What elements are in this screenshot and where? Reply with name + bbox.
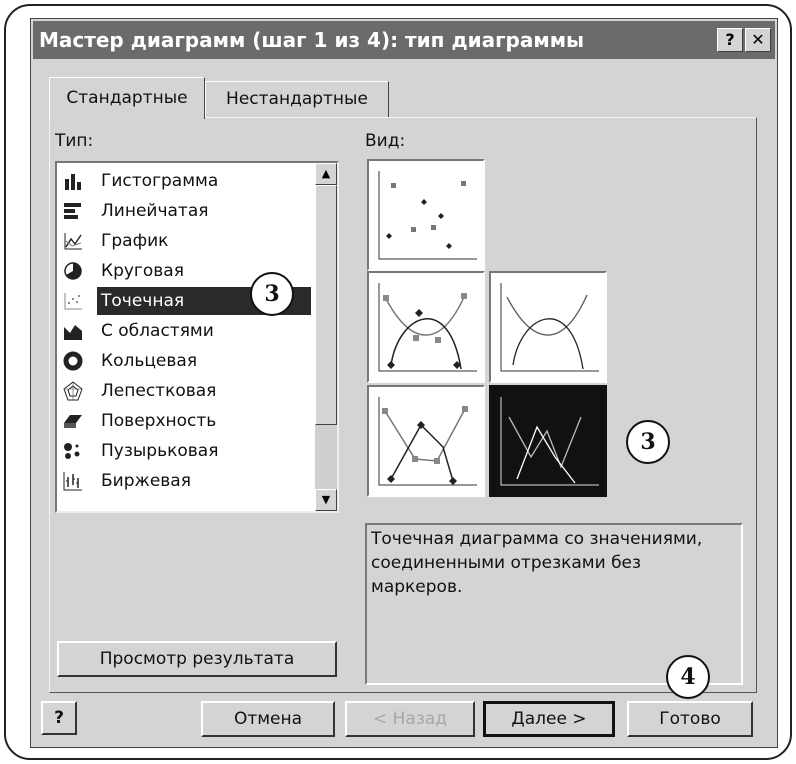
scatter-chart-icon xyxy=(64,293,82,310)
bubble-chart-icon xyxy=(64,443,80,459)
surface-chart-icon xyxy=(64,415,82,428)
bar-chart-icon xyxy=(64,203,81,219)
list-item[interactable]: Кольцевая xyxy=(61,347,313,375)
step-callout: 3 xyxy=(626,420,670,464)
stock-chart-icon xyxy=(63,472,82,491)
doughnut-chart-icon xyxy=(63,351,83,371)
scroll-down-button[interactable]: ▼ xyxy=(315,489,337,511)
tab-custom[interactable]: Нестандартные xyxy=(205,81,389,117)
list-item[interactable]: Гистограмма xyxy=(61,167,313,195)
subtype-label: Вид: xyxy=(365,131,406,151)
close-icon[interactable]: ✕ xyxy=(745,28,771,52)
list-item[interactable]: Лепестковая xyxy=(61,377,313,405)
scroll-thumb[interactable] xyxy=(315,185,337,425)
list-scrollbar[interactable]: ▲ ▼ xyxy=(315,163,337,511)
list-item[interactable]: Поверхность xyxy=(61,407,313,435)
dialog-titlebar: Мастер диаграмм (шаг 1 из 4): тип диагра… xyxy=(33,21,775,59)
back-button[interactable]: < Назад xyxy=(345,701,475,737)
scatter-smooth-markers-preview xyxy=(378,283,477,372)
radar-chart-icon xyxy=(63,381,83,401)
scroll-up-button[interactable]: ▲ xyxy=(315,163,337,185)
scatter-lines-markers-preview xyxy=(378,397,477,486)
area-chart-icon xyxy=(64,325,82,340)
subtype-scatter-markers[interactable] xyxy=(367,159,485,271)
scatter-markers-preview xyxy=(378,171,477,260)
list-item[interactable]: С областями xyxy=(61,317,313,345)
next-button[interactable]: Далее > xyxy=(483,701,615,737)
tab-standard[interactable]: Стандартные xyxy=(49,77,205,119)
subtype-scatter-lines-markers[interactable] xyxy=(367,385,485,497)
help-button[interactable]: ? xyxy=(41,701,77,735)
help-icon[interactable]: ? xyxy=(717,28,743,52)
list-item[interactable]: Биржевая xyxy=(61,467,313,495)
finish-button[interactable]: Готово xyxy=(627,701,753,737)
pie-chart-icon xyxy=(64,262,82,280)
scatter-smooth-preview xyxy=(500,283,599,372)
list-item[interactable]: Пузырьковая xyxy=(61,437,313,465)
preview-button[interactable]: Просмотр результата xyxy=(57,641,337,677)
list-item[interactable]: Линейчатая xyxy=(61,197,313,225)
type-label: Тип: xyxy=(55,131,94,151)
chart-type-list[interactable]: Гистограмма Линейчатая График Круговая Т… xyxy=(55,161,339,513)
step-callout: 4 xyxy=(666,655,710,699)
subtype-scatter-smooth-markers[interactable] xyxy=(367,271,485,383)
subtype-scatter-smooth[interactable] xyxy=(489,271,607,383)
column-chart-icon xyxy=(65,174,81,190)
step-callout: 3 xyxy=(250,272,294,316)
line-chart-icon xyxy=(64,233,82,250)
list-item[interactable]: График xyxy=(61,227,313,255)
scatter-lines-preview xyxy=(500,397,599,486)
dialog-title: Мастер диаграмм (шаг 1 из 4): тип диагра… xyxy=(39,28,585,52)
chart-wizard-dialog: Мастер диаграмм (шаг 1 из 4): тип диагра… xyxy=(30,18,778,748)
cancel-button[interactable]: Отмена xyxy=(201,701,335,737)
subtype-scatter-lines[interactable] xyxy=(489,385,607,497)
